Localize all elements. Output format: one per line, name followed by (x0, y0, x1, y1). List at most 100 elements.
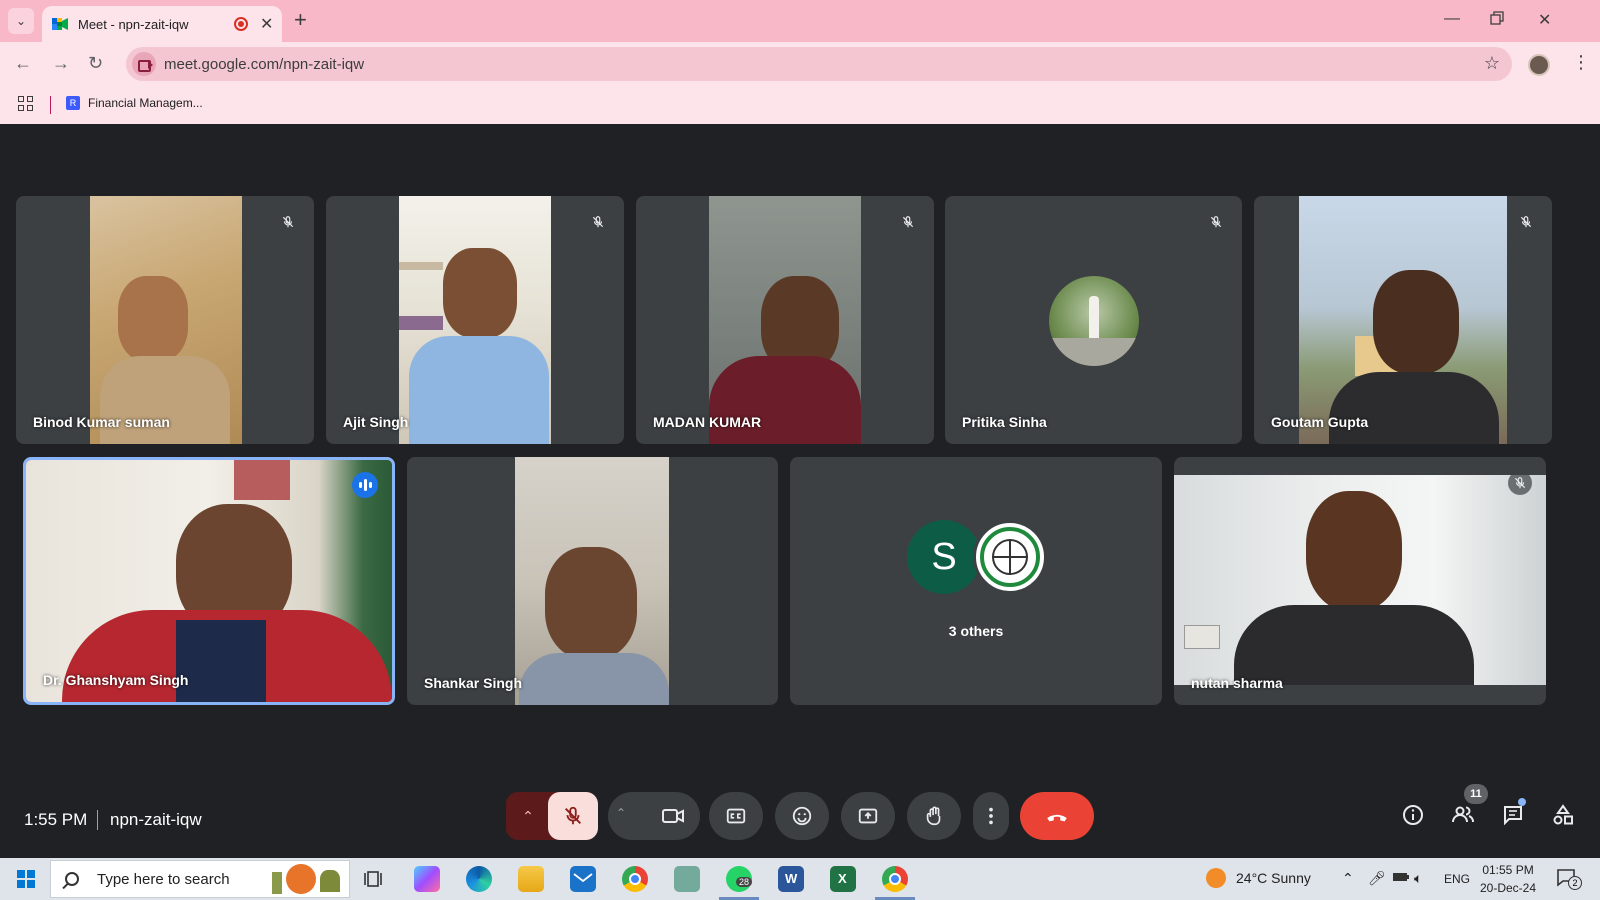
url-text[interactable]: meet.google.com/npn-zait-iqw (164, 56, 364, 73)
meet-control-bar: 1:55 PM npn-zait-iqw ⌃ ⌃ 11 (0, 770, 1600, 858)
bookmark-separator (50, 96, 51, 114)
video-options-chevron-icon[interactable]: ⌃ (616, 806, 626, 820)
file-explorer-icon[interactable] (518, 866, 544, 892)
browser-toolbar: ← → ↻ meet.google.com/npn-zait-iqw ☆ ⋮ (0, 42, 1600, 86)
muted-mic-icon (1508, 471, 1532, 495)
others-label: 3 others (948, 623, 1004, 639)
language-indicator[interactable]: ENG (1444, 872, 1470, 886)
bookmark-label: Financial Managem... (88, 96, 203, 110)
participant-tile[interactable]: nutan sharma (1174, 457, 1546, 705)
chrome-icon[interactable] (622, 866, 648, 892)
weather-text[interactable]: 24°C Sunny (1236, 870, 1311, 886)
hang-up-icon (1047, 814, 1067, 822)
muted-mic-icon (1514, 210, 1538, 234)
speaker-volume-icon[interactable]: 🔈︎ (1414, 870, 1422, 887)
muted-mic-icon (896, 210, 920, 234)
taskbar-clock[interactable]: 01:55 PM 20-Dec-24 (1480, 861, 1536, 897)
tray-overflow-chevron-icon[interactable]: ⌃ (1342, 870, 1354, 887)
task-view-icon[interactable] (362, 866, 388, 892)
browser-menu-icon[interactable]: ⋮ (1572, 52, 1590, 73)
more-options-button[interactable] (973, 792, 1009, 840)
participant-tile-active-speaker[interactable]: Dr. Ghanshyam Singh (23, 457, 395, 705)
chrome-active-icon[interactable] (882, 866, 908, 892)
participant-count-badge: 11 (1464, 784, 1488, 804)
restore-window-icon[interactable] (1490, 11, 1504, 30)
taskbar-time: 01:55 PM (1482, 863, 1534, 877)
participant-video (1174, 475, 1546, 685)
chatgpt-icon[interactable] (674, 866, 700, 892)
participant-name: Ajit Singh (343, 414, 409, 430)
browser-tab-strip: ⌄ Meet - npn-zait-iqw ✕ + — ✕ (0, 0, 1600, 42)
chat-icon (1504, 806, 1522, 826)
forward-arrow-icon[interactable]: → (52, 53, 70, 74)
excel-icon[interactable]: X (830, 866, 856, 892)
meeting-details-button[interactable] (1400, 802, 1426, 828)
participant-name: Shankar Singh (424, 675, 523, 691)
edge-browser-icon[interactable] (466, 866, 492, 892)
camera-control-group: ⌃ (608, 792, 700, 840)
people-button[interactable] (1450, 802, 1476, 828)
browser-tab-meet[interactable]: Meet - npn-zait-iqw ✕ (42, 6, 282, 42)
participant-tile[interactable]: Ajit Singh (326, 196, 624, 444)
clock-divider (97, 810, 98, 830)
muted-mic-icon (1204, 210, 1228, 234)
activities-shapes-icon (1553, 804, 1573, 825)
activities-button[interactable] (1550, 802, 1576, 828)
battery-icon[interactable] (1392, 870, 1410, 886)
apps-grid-icon[interactable] (18, 96, 34, 112)
new-tab-button[interactable]: + (294, 8, 307, 32)
windows-start-icon[interactable] (17, 870, 35, 888)
meet-favicon-icon (52, 17, 68, 31)
toggle-microphone-button[interactable] (548, 792, 598, 840)
bookmark-favicon-icon: R (66, 96, 80, 110)
participant-tile[interactable]: Binod Kumar suman (16, 196, 314, 444)
participant-video (26, 460, 392, 702)
minimize-window-icon[interactable]: — (1444, 10, 1460, 28)
present-screen-button[interactable] (841, 792, 895, 840)
word-icon[interactable]: W (778, 866, 804, 892)
profile-avatar[interactable] (1528, 54, 1550, 76)
unread-chat-dot (1518, 798, 1526, 806)
others-tile[interactable]: S 3 others (790, 457, 1162, 705)
participant-avatar (1049, 276, 1139, 366)
participant-name: Dr. Ghanshyam Singh (43, 672, 189, 688)
closed-captions-icon (726, 808, 746, 824)
whatsapp-icon[interactable]: 28 (726, 866, 753, 892)
participant-video (1299, 196, 1507, 444)
raise-hand-button[interactable] (907, 792, 961, 840)
bookmark-financial-management[interactable]: R Financial Managem... (66, 96, 203, 110)
search-icon (65, 872, 79, 886)
participant-tile[interactable]: Goutam Gupta (1254, 196, 1552, 444)
search-placeholder: Type here to search (97, 870, 230, 888)
tab-close-icon[interactable]: ✕ (260, 14, 273, 34)
captions-button[interactable] (709, 792, 763, 840)
microphone-tray-icon[interactable]: 🎤︎ (1368, 870, 1386, 887)
toggle-camera-button[interactable] (646, 792, 700, 840)
whatsapp-badge: 28 (736, 877, 753, 887)
mic-off-icon (565, 806, 581, 825)
notification-center-icon[interactable]: 2 (1556, 868, 1582, 890)
microphone-control-group: ⌃ (506, 792, 598, 840)
camera-in-use-icon[interactable] (132, 52, 156, 76)
tab-search-button[interactable]: ⌄ (8, 8, 34, 34)
participant-name: nutan sharma (1191, 675, 1283, 691)
participant-name: Goutam Gupta (1271, 414, 1369, 430)
more-vertical-icon (989, 807, 993, 825)
reactions-button[interactable] (775, 792, 829, 840)
people-icon (1452, 806, 1474, 823)
camera-icon (662, 809, 684, 823)
audio-options-chevron-icon[interactable]: ⌃ (506, 792, 550, 840)
participant-tile[interactable]: Shankar Singh (407, 457, 778, 705)
participant-video (90, 196, 242, 444)
copilot-icon[interactable] (414, 866, 440, 892)
participant-tile[interactable]: MADAN KUMAR (636, 196, 934, 444)
bookmark-star-icon[interactable]: ☆ (1484, 53, 1500, 74)
close-window-icon[interactable]: ✕ (1538, 10, 1551, 30)
weather-sun-icon[interactable] (1206, 868, 1226, 888)
address-bar[interactable]: meet.google.com/npn-zait-iqw ☆ (126, 47, 1512, 81)
leave-call-button[interactable] (1020, 792, 1094, 840)
mail-icon[interactable] (570, 866, 596, 892)
participant-tile[interactable]: Pritika Sinha (945, 196, 1242, 444)
back-arrow-icon[interactable]: ← (14, 53, 32, 74)
reload-icon[interactable]: ↻ (88, 53, 103, 74)
